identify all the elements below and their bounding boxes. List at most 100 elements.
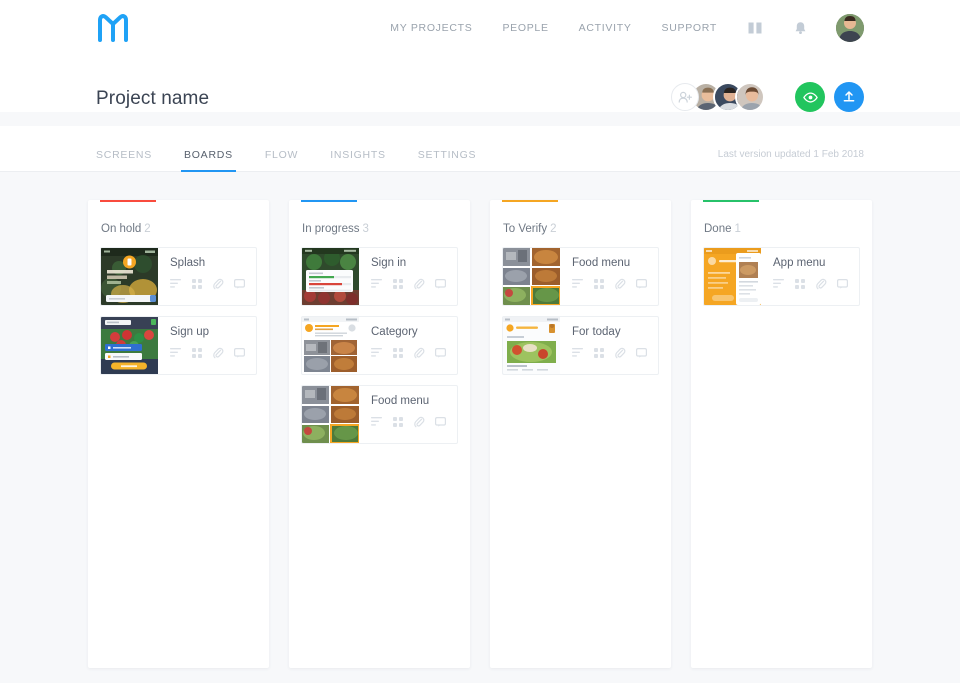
column-color-bar bbox=[301, 200, 357, 202]
attachment-icon[interactable] bbox=[816, 278, 827, 290]
card-icon-row bbox=[170, 347, 246, 359]
tab-settings[interactable]: SETTINGS bbox=[418, 149, 477, 171]
column-title: Done 1 bbox=[703, 200, 860, 247]
card-title: Category bbox=[371, 326, 418, 338]
list-icon[interactable] bbox=[572, 279, 583, 288]
card-body: Food menu bbox=[359, 386, 447, 443]
card-title: App menu bbox=[773, 257, 826, 269]
board-card[interactable]: Sign up bbox=[100, 316, 257, 375]
tab-insights[interactable]: INSIGHTS bbox=[330, 149, 386, 171]
grid-icon[interactable] bbox=[795, 278, 805, 289]
card-body: Sign in bbox=[359, 248, 447, 305]
column-title: On hold 2 bbox=[100, 200, 257, 247]
attachment-icon[interactable] bbox=[414, 347, 425, 359]
nav-link-activity[interactable]: ACTIVITY bbox=[579, 22, 632, 34]
list-icon[interactable] bbox=[170, 348, 181, 357]
board-column-done: Done 1 App menu bbox=[691, 200, 872, 668]
card-title: Food menu bbox=[371, 395, 430, 407]
card-icon-row bbox=[170, 278, 246, 290]
list-icon[interactable] bbox=[572, 348, 583, 357]
column-card-count: 2 bbox=[550, 223, 557, 235]
grid-icon[interactable] bbox=[393, 416, 403, 427]
column-title-label: Done bbox=[704, 223, 732, 235]
signup-form-thumbnail bbox=[101, 317, 158, 374]
board-card[interactable]: For today bbox=[502, 316, 659, 375]
tab-screens[interactable]: SCREENS bbox=[96, 149, 152, 171]
top-nav-right: MY PROJECTS PEOPLE ACTIVITY SUPPORT bbox=[360, 14, 864, 42]
grid-icon[interactable] bbox=[192, 347, 202, 358]
page-title: Project name bbox=[96, 88, 210, 109]
card-body: App menu bbox=[761, 248, 849, 305]
nav-link-people[interactable]: PEOPLE bbox=[502, 22, 548, 34]
list-icon[interactable] bbox=[170, 279, 181, 288]
signin-list-thumbnail bbox=[302, 248, 359, 305]
splash-dark-food-thumbnail bbox=[101, 248, 158, 305]
board-card[interactable]: Sign in bbox=[301, 247, 458, 306]
card-title: Sign up bbox=[170, 326, 210, 338]
board-column-to-verify: To Verify 2 Food menu For today bbox=[490, 200, 671, 668]
top-navigation-bar: MY PROJECTS PEOPLE ACTIVITY SUPPORT bbox=[0, 0, 960, 56]
comment-icon[interactable] bbox=[435, 416, 447, 427]
grid-icon[interactable] bbox=[594, 278, 604, 289]
nav-link-support[interactable]: SUPPORT bbox=[662, 22, 717, 34]
upload-button[interactable] bbox=[834, 82, 864, 112]
nav-link-my-projects[interactable]: MY PROJECTS bbox=[390, 22, 472, 34]
collaborator-avatars bbox=[671, 82, 765, 112]
card-icon-row bbox=[371, 416, 447, 428]
grid-icon[interactable] bbox=[192, 278, 202, 289]
for-today-card-thumbnail bbox=[503, 317, 560, 374]
grid-icon[interactable] bbox=[393, 347, 403, 358]
avatar[interactable] bbox=[836, 14, 864, 42]
preview-button[interactable] bbox=[795, 82, 825, 112]
card-title: For today bbox=[572, 326, 621, 338]
column-title-label: To Verify bbox=[503, 223, 548, 235]
grid-icon[interactable] bbox=[594, 347, 604, 358]
column-title: In progress 3 bbox=[301, 200, 458, 247]
board-card[interactable]: Food menu bbox=[502, 247, 659, 306]
column-card-count: 3 bbox=[362, 223, 369, 235]
bell-icon[interactable] bbox=[793, 21, 808, 36]
attachment-icon[interactable] bbox=[213, 347, 224, 359]
card-icon-row bbox=[371, 347, 447, 359]
comment-icon[interactable] bbox=[234, 278, 246, 289]
column-title: To Verify 2 bbox=[502, 200, 659, 247]
kanban-board: On hold 2 Splash Sign up In progress 3 S… bbox=[0, 172, 960, 668]
food-grid-thumbnail bbox=[503, 248, 560, 305]
card-body: Food menu bbox=[560, 248, 648, 305]
column-card-count: 2 bbox=[144, 223, 151, 235]
column-color-bar bbox=[502, 200, 558, 202]
attachment-icon[interactable] bbox=[414, 278, 425, 290]
comment-icon[interactable] bbox=[435, 278, 447, 289]
card-icon-row bbox=[371, 278, 447, 290]
board-card[interactable]: Food menu bbox=[301, 385, 458, 444]
card-body: Splash bbox=[158, 248, 246, 305]
attachment-icon[interactable] bbox=[615, 347, 626, 359]
grid-icon[interactable] bbox=[393, 278, 403, 289]
comment-icon[interactable] bbox=[435, 347, 447, 358]
attachment-icon[interactable] bbox=[213, 278, 224, 290]
avatar[interactable] bbox=[735, 82, 765, 112]
board-card[interactable]: App menu bbox=[703, 247, 860, 306]
attachment-icon[interactable] bbox=[615, 278, 626, 290]
attachment-icon[interactable] bbox=[414, 416, 425, 428]
list-icon[interactable] bbox=[773, 279, 784, 288]
comment-icon[interactable] bbox=[636, 278, 648, 289]
list-icon[interactable] bbox=[371, 417, 382, 426]
header-actions bbox=[671, 82, 864, 112]
comment-icon[interactable] bbox=[234, 347, 246, 358]
project-header: Project name bbox=[0, 56, 960, 112]
column-card-count: 1 bbox=[734, 223, 741, 235]
column-title-label: In progress bbox=[302, 223, 360, 235]
board-card[interactable]: Category bbox=[301, 316, 458, 375]
comment-icon[interactable] bbox=[837, 278, 849, 289]
comment-icon[interactable] bbox=[636, 347, 648, 358]
brand-logo[interactable] bbox=[96, 11, 136, 45]
book-icon[interactable] bbox=[747, 21, 763, 35]
list-icon[interactable] bbox=[371, 348, 382, 357]
board-card[interactable]: Splash bbox=[100, 247, 257, 306]
tab-boards[interactable]: BOARDS bbox=[181, 149, 236, 172]
add-person-button[interactable] bbox=[671, 83, 699, 111]
list-icon[interactable] bbox=[371, 279, 382, 288]
card-title: Splash bbox=[170, 257, 206, 269]
tab-flow[interactable]: FLOW bbox=[265, 149, 298, 171]
